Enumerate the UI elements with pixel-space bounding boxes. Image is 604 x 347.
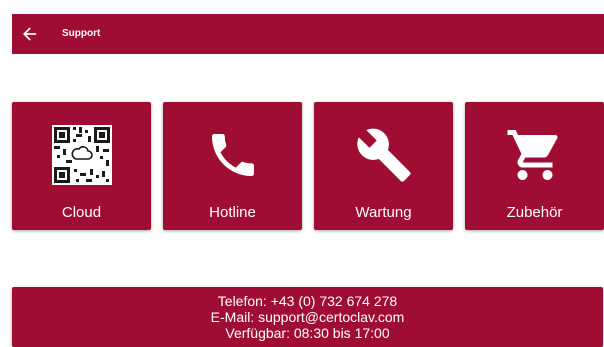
contact-info-panel: Telefon: +43 (0) 732 674 278 E-Mail: sup… bbox=[12, 287, 603, 347]
hotline-label: Hotline bbox=[209, 204, 256, 221]
arrow-left-icon bbox=[23, 27, 37, 41]
wartung-label: Wartung bbox=[355, 204, 412, 221]
phone-line: Telefon: +43 (0) 732 674 278 bbox=[217, 293, 398, 309]
cloud-label: Cloud bbox=[61, 204, 102, 221]
back-button[interactable] bbox=[12, 14, 48, 54]
zubehoer-label: Zubehör bbox=[506, 204, 563, 221]
support-tiles: Cloud Hotline Wartung Zubehör bbox=[12, 102, 604, 230]
app-header: Support bbox=[12, 14, 604, 54]
page-title: Support bbox=[62, 28, 101, 39]
wartung-tile[interactable]: Wartung bbox=[314, 102, 453, 230]
phone-icon bbox=[163, 120, 302, 190]
hotline-tile[interactable]: Hotline bbox=[163, 102, 302, 230]
shopping-cart-icon bbox=[465, 120, 604, 190]
email-line: E-Mail: support@certoclav.com bbox=[210, 309, 405, 325]
zubehoer-tile[interactable]: Zubehör bbox=[465, 102, 604, 230]
qr-code-icon bbox=[12, 120, 151, 190]
cloud-tile[interactable]: Cloud bbox=[12, 102, 151, 230]
wrench-icon bbox=[314, 120, 453, 190]
hours-line: Verfügbar: 08:30 bis 17:00 bbox=[225, 325, 390, 341]
